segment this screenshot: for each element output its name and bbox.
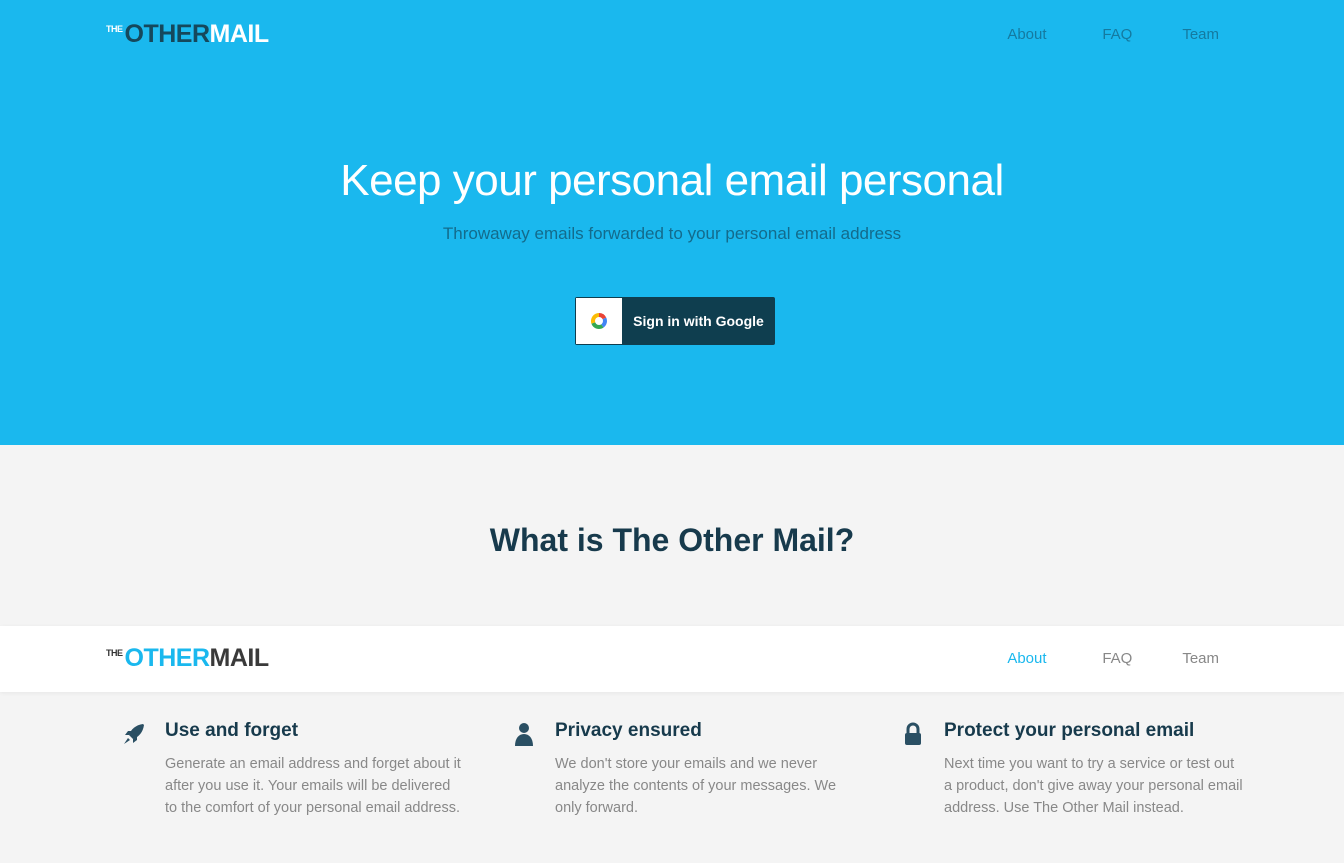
sticky-nav-about-link[interactable]: About xyxy=(1007,650,1102,667)
user-icon xyxy=(510,720,538,748)
hero-subtitle: Throwaway emails forwarded to your perso… xyxy=(442,224,902,243)
sticky-navbar: THE OTHER MAIL About FAQ Team xyxy=(0,626,1344,692)
logo-word-other: OTHER xyxy=(124,20,211,48)
feature-title: Privacy ensured xyxy=(555,720,702,741)
rocket-icon xyxy=(120,720,148,748)
google-signin-button[interactable]: Sign in with Google xyxy=(575,297,775,345)
logo-the: THE xyxy=(106,24,123,34)
sticky-logo-the: THE xyxy=(106,648,123,658)
feature-text: Next time you want to try a service or t… xyxy=(944,756,1243,816)
logo[interactable]: THE OTHER MAIL xyxy=(106,20,269,48)
sticky-nav: About FAQ Team xyxy=(1007,650,1219,667)
nav-team-link[interactable]: Team xyxy=(1182,26,1219,43)
sticky-logo[interactable]: THE OTHER MAIL xyxy=(106,644,269,672)
lock-icon xyxy=(899,720,927,748)
logo-word-mail: MAIL xyxy=(209,20,270,48)
sticky-nav-team-link[interactable]: Team xyxy=(1182,650,1219,667)
feature-title: Protect your personal email xyxy=(944,720,1195,741)
sticky-logo-word-other: OTHER xyxy=(124,644,211,672)
sticky-nav-faq-link[interactable]: FAQ xyxy=(1102,650,1182,667)
hero-section: THE OTHER MAIL About FAQ Team Keep your … xyxy=(0,0,1344,445)
hero-title: Keep your personal email personal xyxy=(340,156,1004,205)
feature-text: We don't store your emails and we never … xyxy=(555,756,837,816)
google-logo-icon xyxy=(576,298,622,344)
nav-faq-link[interactable]: FAQ xyxy=(1102,26,1182,43)
section-title-what-is: What is The Other Mail? xyxy=(489,522,855,558)
feature-text: Generate an email address and forget abo… xyxy=(165,756,461,816)
feature-title: Use and forget xyxy=(165,720,299,741)
google-signin-label: Sign in with Google xyxy=(633,313,764,329)
nav-about-link[interactable]: About xyxy=(1007,26,1102,43)
top-nav: About FAQ Team xyxy=(1007,26,1219,43)
sticky-logo-word-mail: MAIL xyxy=(209,644,270,672)
